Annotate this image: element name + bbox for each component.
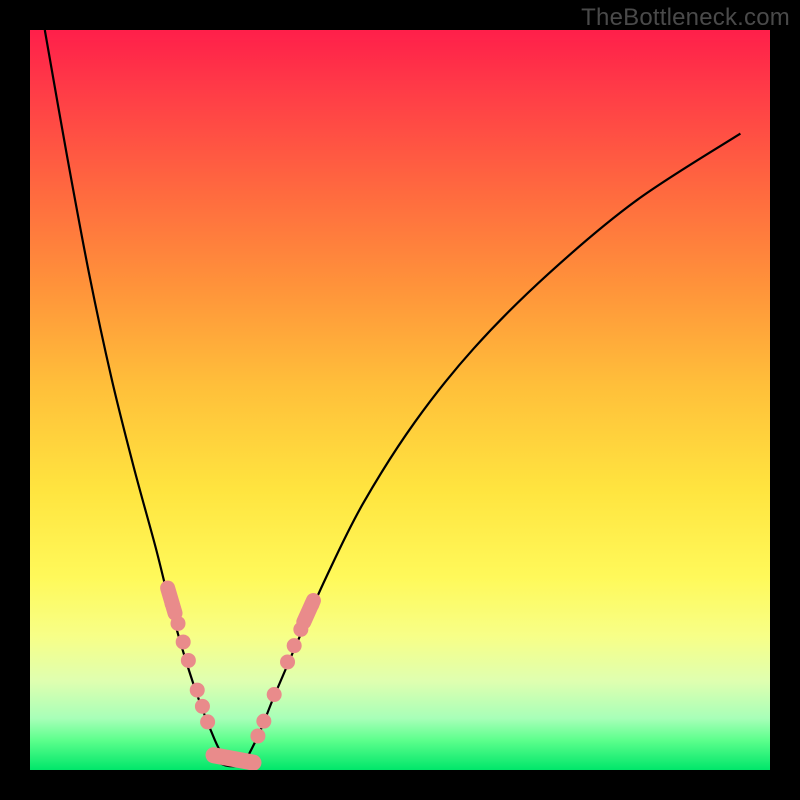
data-pill [304,601,314,622]
curve-left-branch [45,30,226,763]
data-marker [190,683,205,698]
data-pill [214,755,254,762]
plot-area [30,30,770,770]
data-marker [200,714,215,729]
data-marker [280,654,295,669]
curve-group [45,30,741,766]
curve-right-branch [245,134,741,763]
chart-frame: TheBottleneck.com [0,0,800,800]
data-pill [168,588,175,613]
data-marker [250,728,265,743]
data-marker [181,653,196,668]
marker-group [165,588,320,763]
data-marker [176,634,191,649]
data-marker [287,638,302,653]
data-marker [195,699,210,714]
chart-svg [30,30,770,770]
watermark-label: TheBottleneck.com [581,4,790,32]
data-marker [256,714,271,729]
data-marker [267,687,282,702]
